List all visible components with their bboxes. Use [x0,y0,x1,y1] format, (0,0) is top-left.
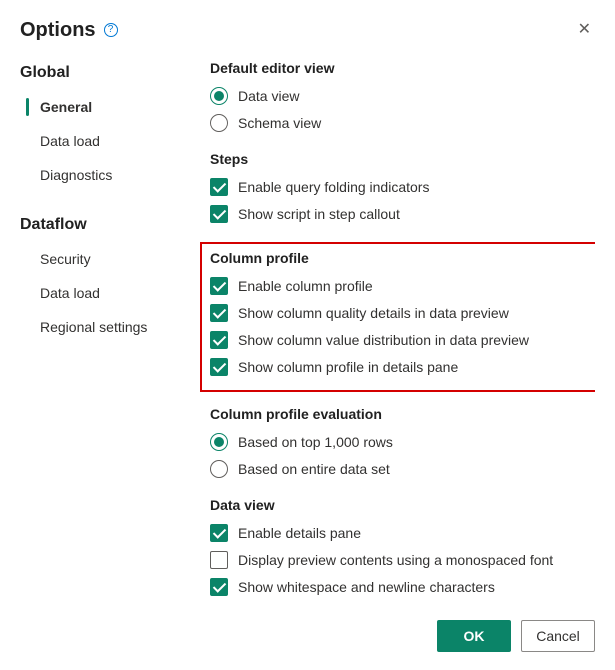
section-data-view: Data view [210,497,595,513]
checkbox-column-distribution[interactable] [210,331,228,349]
checkbox-column-quality[interactable] [210,304,228,322]
label-entire-set: Based on entire data set [238,460,390,478]
label-monospaced: Display preview contents using a monospa… [238,551,553,569]
label-query-folding: Enable query folding indicators [238,178,429,196]
label-whitespace: Show whitespace and newline characters [238,578,495,596]
sidebar-item-regional[interactable]: Regional settings [20,310,190,344]
radio-data-view[interactable] [210,87,228,105]
checkbox-details-pane[interactable] [210,524,228,542]
label-schema-view: Schema view [238,114,321,132]
sidebar-item-general[interactable]: General [20,90,190,124]
sidebar: Global General Data load Diagnostics Dat… [20,60,200,606]
label-data-view: Data view [238,87,299,105]
nav-heading-dataflow: Dataflow [20,216,190,234]
checkbox-query-folding[interactable] [210,178,228,196]
section-default-editor-view: Default editor view [210,60,595,76]
close-icon[interactable]: ✕ [574,18,595,42]
ok-button[interactable]: OK [437,620,511,652]
sidebar-item-data-load-2[interactable]: Data load [20,276,190,310]
checkbox-script-callout[interactable] [210,205,228,223]
cancel-button[interactable]: Cancel [521,620,595,652]
checkbox-enable-column-profile[interactable] [210,277,228,295]
dialog-title: Options [20,19,96,42]
sidebar-item-data-load[interactable]: Data load [20,124,190,158]
checkbox-monospaced[interactable] [210,551,228,569]
radio-entire-set[interactable] [210,460,228,478]
nav-heading-global: Global [20,64,190,82]
section-column-profile-eval: Column profile evaluation [210,406,595,422]
section-column-profile: Column profile [210,250,595,266]
label-script-callout: Show script in step callout [238,205,400,223]
sidebar-item-diagnostics[interactable]: Diagnostics [20,158,190,192]
help-icon[interactable]: ? [104,23,118,37]
checkbox-column-profile-details[interactable] [210,358,228,376]
label-details-pane: Enable details pane [238,524,361,542]
checkbox-whitespace[interactable] [210,578,228,596]
radio-schema-view[interactable] [210,114,228,132]
radio-top-1000[interactable] [210,433,228,451]
label-top-1000: Based on top 1,000 rows [238,433,393,451]
label-column-distribution: Show column value distribution in data p… [238,331,529,349]
content-pane: Default editor view Data view Schema vie… [200,60,595,606]
label-column-profile-details: Show column profile in details pane [238,358,458,376]
column-profile-highlight: Column profile Enable column profile Sho… [200,242,595,392]
sidebar-item-security[interactable]: Security [20,242,190,276]
label-column-quality: Show column quality details in data prev… [238,304,509,322]
label-enable-column-profile: Enable column profile [238,277,373,295]
section-steps: Steps [210,151,595,167]
